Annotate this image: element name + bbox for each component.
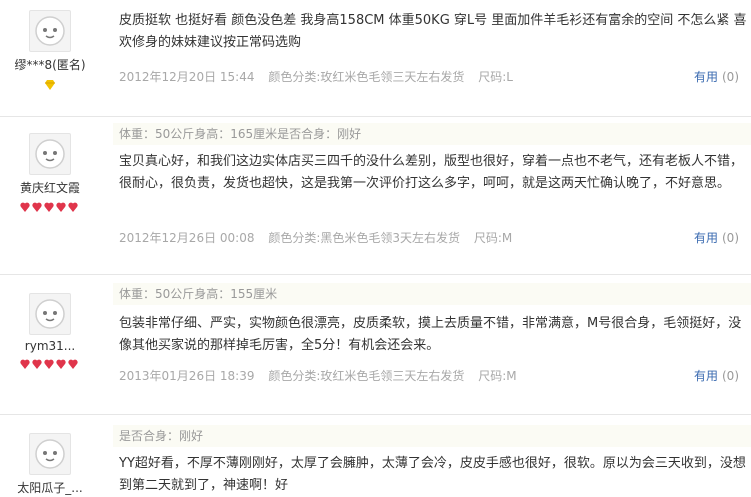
useful-label[interactable]: 有用 <box>694 70 718 84</box>
review-item: 太阳瓜子_... 是否合身：刚好 YY超好看，不厚不薄刚刚好，太厚了会臃肿，太薄… <box>0 415 751 495</box>
body-info-bar: 体重：50公斤身高：155厘米 <box>113 283 751 305</box>
size-label: 尺码:L <box>478 70 513 84</box>
review-text: 包装非常仔细、严实，实物颜色很漂亮，皮质柔软，摸上去质量不错，非常满意，M号很合… <box>119 316 742 353</box>
default-avatar-icon <box>35 16 65 46</box>
diamond-badge-icon <box>0 75 100 90</box>
size-label: 尺码:M <box>478 369 517 383</box>
reviewer-name[interactable]: 黄庆红文霞 <box>0 179 100 196</box>
avatar[interactable] <box>29 10 71 52</box>
reviewer: 黄庆红文霞 <box>0 133 100 212</box>
review-text: 皮质挺软 也挺好看 颜色没色差 我身高158CM 体重50KG 穿L号 里面加件… <box>119 13 747 50</box>
useful-count: (0) <box>722 70 739 84</box>
avatar[interactable] <box>29 133 71 175</box>
avatar[interactable] <box>29 433 71 475</box>
review-item: 黄庆红文霞 体重：50公斤身高：165厘米是否合身：刚好 宝贝真心好，和我们这边… <box>0 117 751 275</box>
useful-label[interactable]: 有用 <box>694 369 718 383</box>
review-date: 2012年12月26日 00:08 <box>119 231 255 245</box>
review-text: YY超好看，不厚不薄刚刚好，太厚了会臃肿，太薄了会冷，皮皮手感也很好，很软。原以… <box>119 456 746 493</box>
useful-button[interactable]: 有用 (0) <box>694 367 739 384</box>
body-info-bar: 是否合身：刚好 <box>113 425 751 447</box>
useful-button[interactable]: 有用 (0) <box>694 68 739 85</box>
reviewer: rym31... <box>0 293 100 369</box>
reviewer-name[interactable]: rym31... <box>0 339 100 353</box>
useful-label[interactable]: 有用 <box>694 231 718 245</box>
review-date: 2013年01月26日 18:39 <box>119 369 255 383</box>
useful-button[interactable]: 有用 (0) <box>694 229 739 246</box>
reviewer-name[interactable]: 太阳瓜子_... <box>0 479 100 496</box>
heart-rank-icon <box>0 355 100 369</box>
review-item: rym31... 体重：50公斤身高：155厘米 包装非常仔细、严实，实物颜色很… <box>0 275 751 415</box>
review-meta-line: 2013年01月26日 18:39 颜色分类:玫红米色毛领三天左右发货 尺码:M <box>119 367 527 384</box>
reviewer: 缪***8(匿名) <box>0 10 100 90</box>
reviewer: 太阳瓜子_... <box>0 433 100 496</box>
default-avatar-icon <box>35 139 65 169</box>
default-avatar-icon <box>35 439 65 469</box>
size-label: 尺码:M <box>473 231 513 245</box>
avatar[interactable] <box>29 293 71 335</box>
review-text: 宝贝真心好，和我们这边实体店买三四千的没什么差别，版型也很好，穿着一点也不老气，… <box>119 154 744 191</box>
review-meta-line: 2012年12月26日 00:08 颜色分类:黑色米色毛领3天左右发货 尺码:M <box>119 229 522 246</box>
body-info-bar: 体重：50公斤身高：165厘米是否合身：刚好 <box>113 123 751 145</box>
color-category: 颜色分类:玫红米色毛领三天左右发货 <box>268 369 465 383</box>
review-date: 2012年12月20日 15:44 <box>119 70 255 84</box>
reviewer-name[interactable]: 缪***8(匿名) <box>0 56 100 73</box>
useful-count: (0) <box>722 369 739 383</box>
color-category: 颜色分类:玫红米色毛领三天左右发货 <box>268 70 465 84</box>
review-meta-line: 2012年12月20日 15:44 颜色分类:玫红米色毛领三天左右发货 尺码:L <box>119 68 523 85</box>
heart-rank-icon <box>0 198 100 212</box>
default-avatar-icon <box>35 299 65 329</box>
review-item: 缪***8(匿名) 皮质挺软 也挺好看 颜色没色差 我身高158CM 体重50K… <box>0 0 751 117</box>
useful-count: (0) <box>722 231 739 245</box>
color-category: 颜色分类:黑色米色毛领3天左右发货 <box>268 231 460 245</box>
